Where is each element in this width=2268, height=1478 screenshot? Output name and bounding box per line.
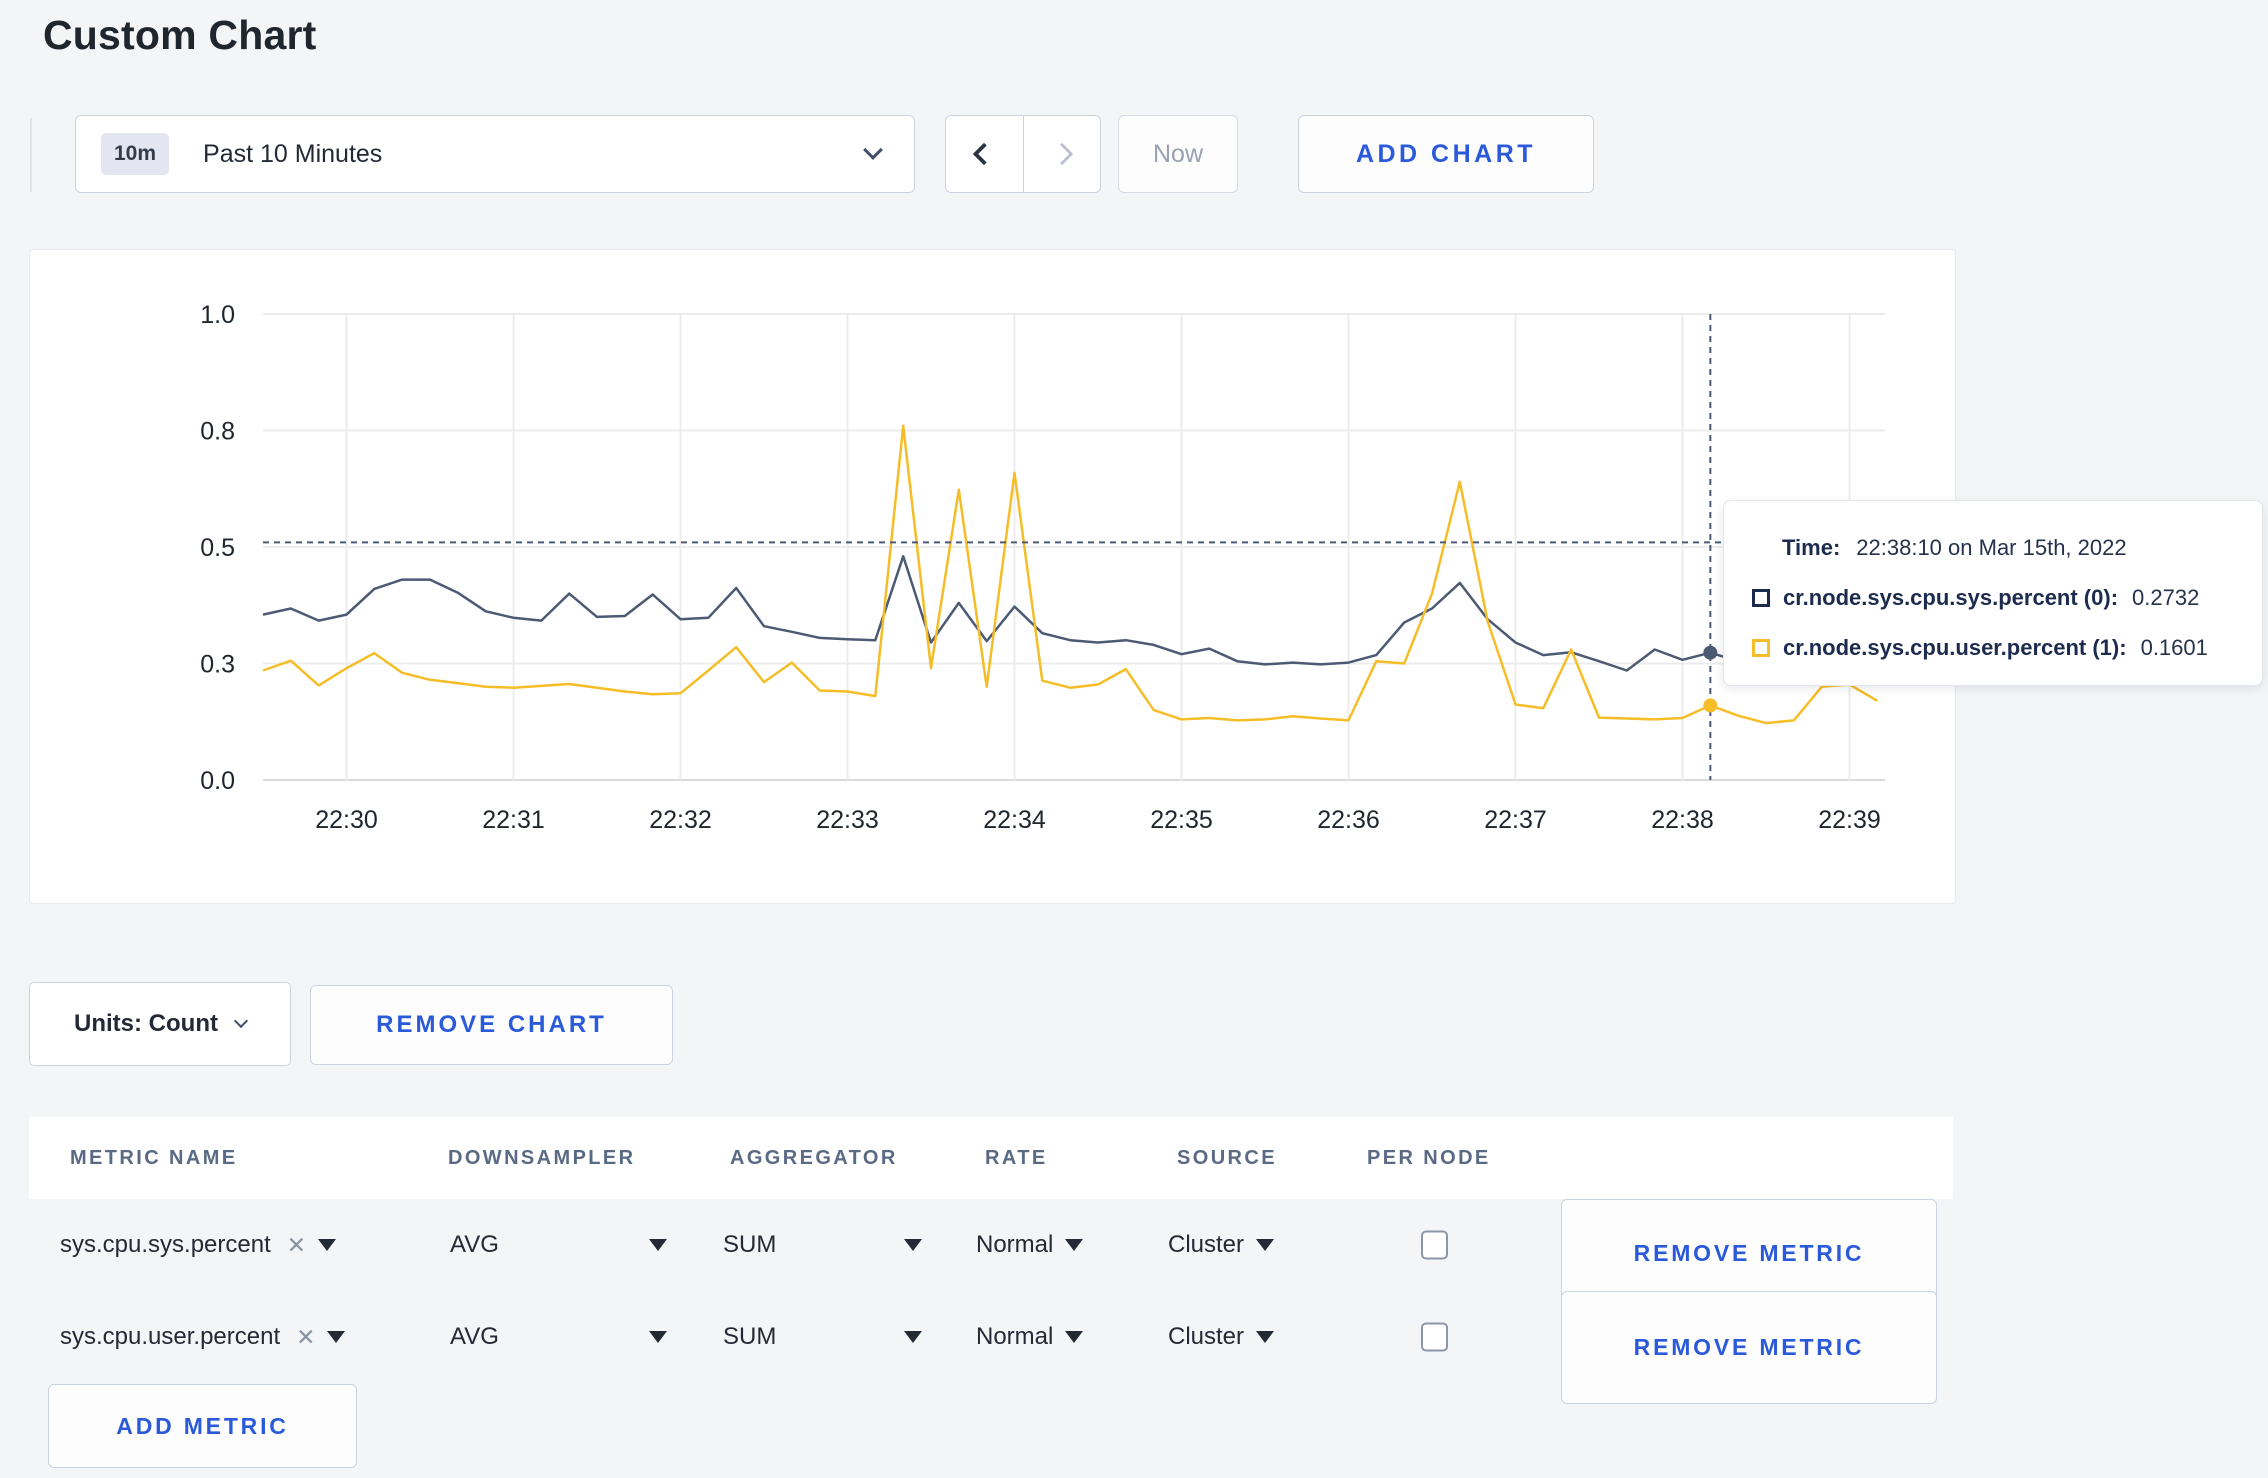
aggregator-select[interactable]: SUM xyxy=(723,1231,776,1259)
x-axis-tick-label: 22:32 xyxy=(649,806,712,834)
x-axis-tick-label: 22:34 xyxy=(983,806,1046,834)
tooltip-time-label: Time: xyxy=(1782,535,1841,560)
per-node-checkbox[interactable] xyxy=(1421,1322,1448,1352)
metrics-table-header: METRIC NAME DOWNSAMPLER AGGREGATOR RATE … xyxy=(29,1117,1953,1199)
chart-hover-tooltip: Time: 22:38:10 on Mar 15th, 2022 cr.node… xyxy=(1723,500,2263,686)
aggregator-dropdown-icon[interactable] xyxy=(904,1331,922,1343)
timeseries-chart[interactable]: 0.0 0.3 0.5 0.8 1.0 22:30 22:31 22:32 22:33 22:34… xyxy=(30,250,1955,903)
x-axis-tick-label: 22:31 xyxy=(482,806,545,834)
series-user-swatch-icon xyxy=(1752,639,1770,657)
source-select[interactable]: Cluster xyxy=(1168,1323,1244,1351)
y-axis-tick-label: 0.8 xyxy=(200,418,235,446)
column-header-per-node: PER NODE xyxy=(1367,1146,1491,1169)
series-line xyxy=(262,555,1878,672)
rate-select[interactable]: Normal xyxy=(976,1231,1053,1259)
column-header-rate: RATE xyxy=(985,1146,1048,1169)
chevron-right-icon xyxy=(1050,142,1074,166)
next-time-button[interactable] xyxy=(1022,116,1101,192)
source-dropdown-icon[interactable] xyxy=(1256,1331,1275,1343)
time-range-badge: 10m xyxy=(101,133,170,175)
column-header-downsampler: DOWNSAMPLER xyxy=(448,1146,636,1169)
metric-dropdown-icon[interactable] xyxy=(318,1239,337,1251)
remove-chart-button[interactable]: REMOVE CHART xyxy=(310,985,673,1065)
table-row: sys.cpu.user.percent ✕ AVG SUM Normal Cl… xyxy=(29,1291,1953,1404)
x-axis-tick-label: 22:30 xyxy=(315,806,378,834)
aggregator-dropdown-icon[interactable] xyxy=(904,1239,922,1251)
downsampler-select[interactable]: AVG xyxy=(450,1323,499,1351)
series-line xyxy=(262,424,1878,725)
y-axis-tick-label: 0.5 xyxy=(200,534,235,562)
time-range-label: Past 10 Minutes xyxy=(203,139,383,168)
rate-dropdown-icon[interactable] xyxy=(1065,1331,1084,1343)
clear-metric-icon[interactable]: ✕ xyxy=(296,1324,315,1351)
previous-time-button[interactable] xyxy=(946,116,1023,192)
x-axis-tick-label: 22:36 xyxy=(1317,806,1380,834)
downsampler-dropdown-icon[interactable] xyxy=(649,1331,667,1343)
hover-point-dot xyxy=(1703,645,1718,660)
tooltip-time-value: 22:38:10 on Mar 15th, 2022 xyxy=(1856,535,2127,560)
source-dropdown-icon[interactable] xyxy=(1256,1239,1275,1251)
y-axis-tick-label: 0.3 xyxy=(200,651,235,679)
time-range-dropdown[interactable]: 10m Past 10 Minutes xyxy=(75,115,915,193)
hover-point-dot xyxy=(1703,698,1718,713)
add-metric-button[interactable]: ADD METRIC xyxy=(48,1384,357,1468)
chart-card: 0.0 0.3 0.5 0.8 1.0 22:30 22:31 22:32 22:33 22:34… xyxy=(29,249,1956,904)
table-row: sys.cpu.sys.percent ✕ AVG SUM Normal Clu… xyxy=(29,1199,1953,1308)
x-axis-tick-label: 22:33 xyxy=(816,806,879,834)
units-dropdown[interactable]: Units: Count xyxy=(29,982,291,1066)
rate-dropdown-icon[interactable] xyxy=(1065,1239,1084,1251)
tooltip-series-value: 0.2732 xyxy=(2132,585,2200,610)
tooltip-series-label: cr.node.sys.cpu.user.percent (1): xyxy=(1783,635,2127,660)
tooltip-series-value: 0.1601 xyxy=(2140,635,2208,660)
source-select[interactable]: Cluster xyxy=(1168,1231,1244,1259)
per-node-checkbox[interactable] xyxy=(1421,1230,1448,1260)
tooltip-series-label: cr.node.sys.cpu.sys.percent (0): xyxy=(1783,585,2119,610)
column-header-source: SOURCE xyxy=(1177,1146,1277,1169)
series-sys-swatch-icon xyxy=(1752,589,1770,607)
y-axis-tick-label: 1.0 xyxy=(200,301,235,329)
chevron-left-icon xyxy=(972,142,996,166)
metric-dropdown-icon[interactable] xyxy=(327,1331,346,1343)
column-header-aggregator: AGGREGATOR xyxy=(730,1146,898,1169)
downsampler-select[interactable]: AVG xyxy=(450,1231,499,1259)
add-chart-button[interactable]: ADD CHART xyxy=(1298,115,1594,193)
remove-metric-button[interactable]: REMOVE METRIC xyxy=(1561,1291,1937,1404)
metric-name-value: sys.cpu.user.percent xyxy=(60,1323,281,1350)
chevron-down-icon xyxy=(233,1013,249,1029)
y-axis-tick-label: 0.0 xyxy=(200,767,235,795)
toolbar-divider xyxy=(30,118,32,192)
metric-name-value: sys.cpu.sys.percent xyxy=(60,1231,271,1258)
x-axis-tick-label: 22:35 xyxy=(1150,806,1213,834)
x-axis-tick-label: 22:37 xyxy=(1484,806,1547,834)
clear-metric-icon[interactable]: ✕ xyxy=(287,1232,306,1259)
rate-select[interactable]: Normal xyxy=(976,1323,1053,1351)
column-header-metric-name: METRIC NAME xyxy=(70,1146,238,1169)
x-axis-tick-label: 22:39 xyxy=(1818,806,1881,834)
x-axis-tick-label: 22:38 xyxy=(1651,806,1714,834)
units-label: Units: Count xyxy=(74,1010,218,1037)
downsampler-dropdown-icon[interactable] xyxy=(649,1239,667,1251)
time-step-buttons xyxy=(945,115,1101,193)
page-title: Custom Chart xyxy=(43,12,317,58)
aggregator-select[interactable]: SUM xyxy=(723,1323,776,1351)
now-button[interactable]: Now xyxy=(1118,115,1238,193)
chevron-down-icon xyxy=(863,140,883,160)
